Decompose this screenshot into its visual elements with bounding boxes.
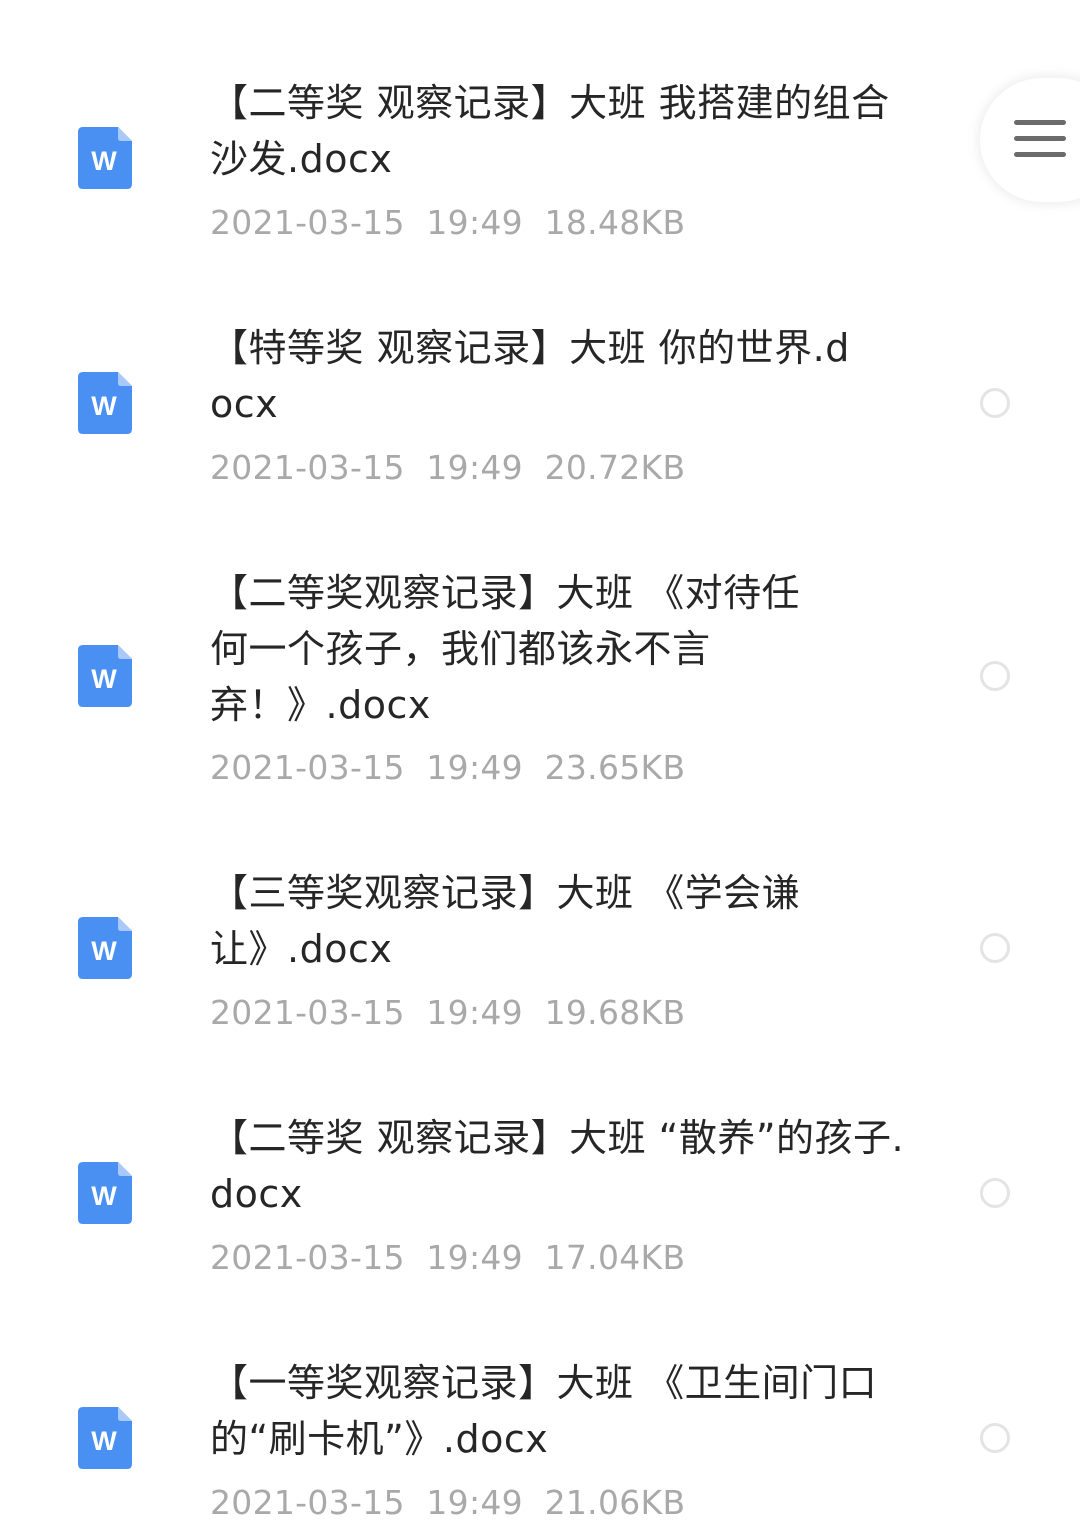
file-size: 18.48KB <box>544 203 686 242</box>
file-list: W 【二等奖 观察记录】大班 我搭建的组合沙发.docx 2021-03-15 … <box>0 0 1080 1528</box>
file-meta: 2021-03-15 19:49 21.06KB <box>210 1483 685 1523</box>
word-doc-icon: W <box>78 1407 132 1469</box>
file-time: 19:49 <box>426 203 523 242</box>
file-size: 17.04KB <box>544 1238 686 1277</box>
file-size: 23.65KB <box>544 748 686 787</box>
select-radio[interactable] <box>980 1423 1010 1453</box>
file-list-item[interactable]: W 【二等奖 观察记录】大班 “散养”的孩子.docx 2021-03-15 1… <box>0 1065 1080 1310</box>
file-time: 19:49 <box>426 993 523 1032</box>
file-name: 【二等奖 观察记录】大班 “散养”的孩子.docx <box>210 1116 905 1216</box>
file-meta: 2021-03-15 19:49 23.65KB <box>210 748 685 788</box>
file-date: 2021-03-15 <box>210 1483 405 1522</box>
word-doc-icon: W <box>78 917 132 979</box>
select-radio[interactable] <box>980 661 1010 691</box>
icon-letter: W <box>91 391 117 421</box>
file-list-item[interactable]: W 【三等奖观察记录】大班 《学会谦让》.docx 2021-03-15 19:… <box>0 820 1080 1065</box>
word-doc-icon: W <box>78 1162 132 1224</box>
file-time: 19:49 <box>426 448 523 487</box>
hamburger-menu-icon-bar <box>1014 136 1066 141</box>
select-radio[interactable] <box>980 388 1010 418</box>
icon-letter: W <box>91 664 117 694</box>
file-list-item[interactable]: W 【特等奖 观察记录】大班 你的世界.docx 2021-03-15 19:4… <box>0 260 1080 510</box>
icon-letter: W <box>91 936 117 966</box>
select-radio[interactable] <box>980 933 1010 963</box>
file-size: 19.68KB <box>544 993 686 1032</box>
hamburger-menu-icon-bar <box>1014 152 1066 157</box>
file-list-item[interactable]: W 【一等奖观察记录】大班 《卫生间门口的“刷卡机”》.docx 2021-03… <box>0 1310 1080 1528</box>
select-radio[interactable] <box>980 1178 1010 1208</box>
file-name: 【二等奖观察记录】大班 《对待任何一个孩子，我们都该永不言弃！》.docx <box>210 571 801 727</box>
file-size: 20.72KB <box>544 448 686 487</box>
file-meta: 2021-03-15 19:49 17.04KB <box>210 1238 685 1278</box>
file-name: 【二等奖 观察记录】大班 我搭建的组合沙发.docx <box>210 81 890 181</box>
file-time: 19:49 <box>426 1238 523 1277</box>
file-date: 2021-03-15 <box>210 203 405 242</box>
file-date: 2021-03-15 <box>210 748 405 787</box>
word-doc-icon: W <box>78 645 132 707</box>
file-date: 2021-03-15 <box>210 993 405 1032</box>
icon-letter: W <box>91 1426 117 1456</box>
file-list-item[interactable]: W 【二等奖 观察记录】大班 我搭建的组合沙发.docx 2021-03-15 … <box>0 0 1080 260</box>
file-time: 19:49 <box>426 1483 523 1522</box>
file-list-item[interactable]: W 【二等奖观察记录】大班 《对待任何一个孩子，我们都该永不言弃！》.docx … <box>0 510 1080 820</box>
file-meta: 2021-03-15 19:49 19.68KB <box>210 993 685 1033</box>
word-doc-icon: W <box>78 372 132 434</box>
file-time: 19:49 <box>426 748 523 787</box>
file-name: 【三等奖观察记录】大班 《学会谦让》.docx <box>210 871 801 971</box>
file-name: 【特等奖 观察记录】大班 你的世界.docx <box>210 326 850 426</box>
icon-letter: W <box>91 1181 117 1211</box>
file-size: 21.06KB <box>544 1483 686 1522</box>
hamburger-menu-icon <box>1014 120 1066 125</box>
icon-letter: W <box>91 146 117 176</box>
file-date: 2021-03-15 <box>210 1238 405 1277</box>
file-meta: 2021-03-15 19:49 20.72KB <box>210 448 685 488</box>
word-doc-icon: W <box>78 127 132 189</box>
file-name: 【一等奖观察记录】大班 《卫生间门口的“刷卡机”》.docx <box>210 1361 878 1461</box>
file-date: 2021-03-15 <box>210 448 405 487</box>
file-meta: 2021-03-15 19:49 18.48KB <box>210 203 685 243</box>
